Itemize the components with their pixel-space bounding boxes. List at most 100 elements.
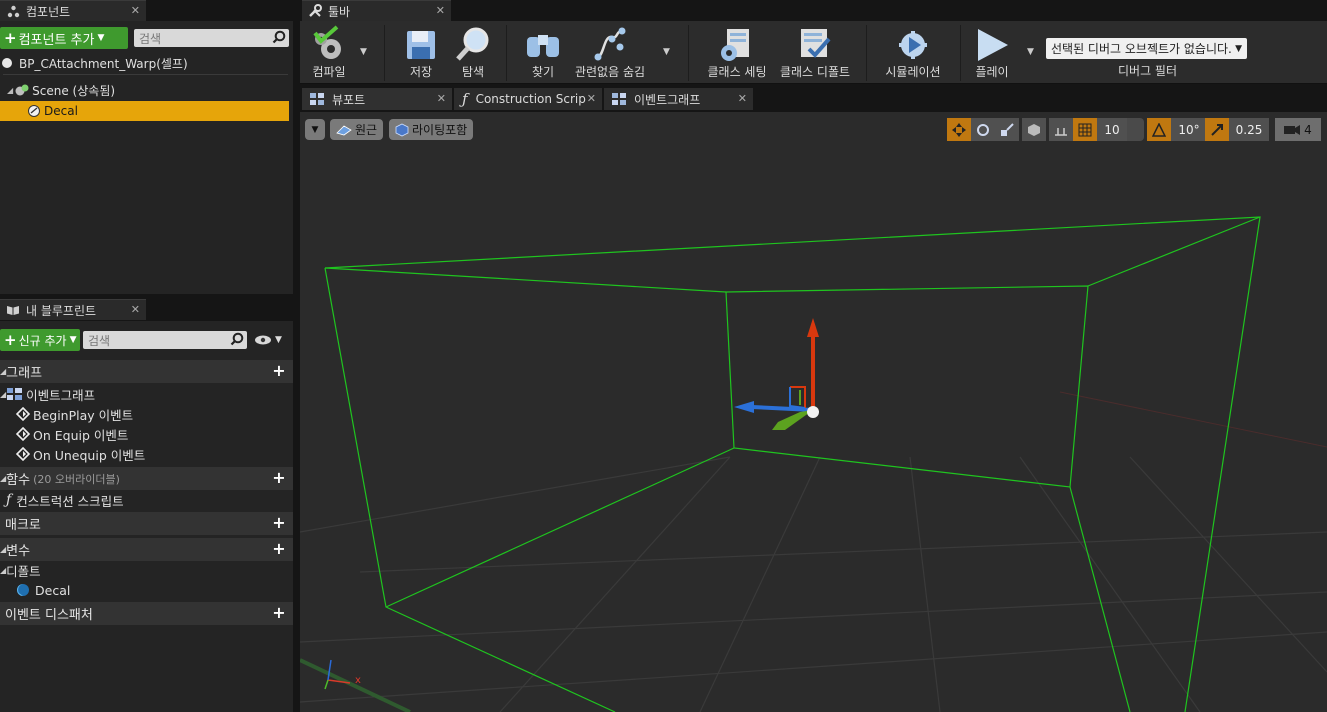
event-graph-icon — [612, 93, 626, 105]
tab-event-graph[interactable]: 이벤트그래프 ✕ — [604, 88, 753, 110]
components-tab-title: 컴포넌트 — [26, 4, 71, 19]
camera-speed-button[interactable]: 4 — [1275, 118, 1321, 141]
component-scene-label: Scene (상속됨) — [32, 83, 116, 98]
my-blueprint-tab-title: 내 블루프린트 — [26, 303, 97, 318]
axis-indicator — [324, 659, 351, 690]
variable-category-default[interactable]: ◢ 디폴트 — [0, 560, 41, 580]
function-icon: ƒ — [6, 492, 12, 508]
add-component-button[interactable]: + 컴포넌트 추가 ▼ — [0, 27, 128, 49]
event-item-beginplay[interactable]: BeginPlay 이벤트 — [16, 404, 133, 424]
close-icon[interactable]: ✕ — [437, 92, 446, 105]
simulation-button[interactable]: 시뮬레이션 — [880, 21, 946, 83]
close-icon[interactable]: ✕ — [131, 303, 140, 316]
close-icon[interactable]: ✕ — [436, 4, 445, 17]
section-graph[interactable]: ◢ 그래프 + — [0, 360, 293, 383]
add-variable-button[interactable]: + — [272, 541, 286, 557]
add-macro-button[interactable]: + — [272, 515, 286, 531]
rotate-mode-button[interactable] — [971, 118, 995, 141]
add-new-button[interactable]: + 신규 추가 ▼ — [0, 329, 80, 351]
grid-snap-text: 10 — [1104, 122, 1120, 137]
add-component-label: 컴포넌트 추가 — [18, 32, 95, 48]
axis-x-label: x — [355, 675, 361, 686]
close-icon[interactable]: ✕ — [587, 92, 596, 105]
view-options-button[interactable]: ▼ — [254, 334, 282, 346]
components-search-input[interactable]: 검색 — [134, 29, 289, 47]
class-settings-button[interactable]: 클래스 세팅 — [702, 21, 772, 83]
compile-options-caret[interactable]: ▼ — [360, 47, 367, 57]
close-icon[interactable]: ✕ — [131, 4, 140, 17]
components-toolbar: + 컴포넌트 추가 ▼ 검색 — [0, 26, 289, 50]
event-item-on-equip[interactable]: On Equip 이벤트 — [16, 424, 128, 444]
component-root[interactable]: BP_CAttachment_Warp(셀프) — [0, 53, 293, 73]
angle-icon — [1152, 122, 1166, 137]
surface-snap-icon — [1055, 127, 1067, 136]
add-new-label: 신규 추가 — [18, 333, 67, 348]
transform-gizmo[interactable] — [734, 318, 819, 430]
rotation-snap-value[interactable]: 10° — [1171, 118, 1207, 141]
divider — [3, 74, 288, 75]
rotate-icon — [977, 123, 989, 136]
play-button[interactable]: 플레이 — [970, 21, 1014, 83]
event-graph-icon — [7, 388, 23, 400]
scale-mode-button[interactable] — [995, 118, 1019, 141]
section-dispatchers[interactable]: 이벤트 디스패처 + — [0, 602, 293, 625]
event-diamond-icon — [16, 407, 30, 421]
play-options-caret[interactable]: ▼ — [1027, 47, 1034, 57]
components-tab[interactable]: 컴포넌트 ✕ — [0, 0, 146, 21]
scale-snap-toggle[interactable] — [1205, 118, 1229, 141]
function-icon: ƒ — [462, 90, 468, 108]
hide-unrelated-button[interactable]: 관련없음 숨김 — [574, 21, 646, 83]
tab-construction-script[interactable]: ƒ Construction Scrip ✕ — [454, 88, 602, 110]
lighting-mode-button[interactable]: 라이팅포함 — [389, 119, 474, 140]
event-diamond-icon — [16, 427, 30, 441]
viewport[interactable]: x ▼ 원근 라이팅포함 10 10° 0.25 4 — [300, 112, 1327, 712]
scale-snap-value[interactable]: 0.25 — [1229, 118, 1269, 141]
hide-unrelated-options-caret[interactable]: ▼ — [663, 47, 670, 57]
my-blueprint-tab[interactable]: 내 블루프린트 ✕ — [0, 299, 146, 320]
coordinate-space-button[interactable] — [1022, 118, 1046, 141]
grid-snap-toggle[interactable] — [1073, 118, 1097, 141]
tab-construction-label: Construction Scrip — [475, 92, 586, 106]
event-graph-item[interactable]: ◢ 이벤트그래프 — [0, 384, 95, 404]
toolbar-tab[interactable]: 툴바 ✕ — [302, 0, 451, 21]
variable-item-decal[interactable]: Decal — [16, 580, 70, 600]
simulation-label: 시뮬레이션 — [885, 65, 941, 79]
override-count: (20 오버라이더블) — [33, 472, 120, 486]
event-item-on-unequip[interactable]: On Unequip 이벤트 — [16, 444, 145, 464]
panel-splitter[interactable] — [293, 0, 300, 712]
my-blueprint-toolbar: + 신규 추가 ▼ 검색 ▼ — [0, 328, 282, 352]
translate-mode-button[interactable] — [947, 118, 971, 141]
find-button[interactable]: 찾기 — [522, 21, 564, 83]
section-functions[interactable]: ◢ 함수 (20 오버라이더블) + — [0, 467, 293, 490]
rotation-snap-toggle[interactable] — [1147, 118, 1171, 141]
section-macros-label: 매크로 — [5, 518, 41, 533]
perspective-button[interactable]: 원근 — [330, 119, 384, 140]
toolbar: 컴파일 ▼ 저장 탐색 찾기 관련없음 숨김 ▼ 클래스 세팅 클래스 디폴트 … — [300, 21, 1327, 84]
event-graph-label: 이벤트그래프 — [26, 387, 96, 403]
class-defaults-label: 클래스 디폴트 — [779, 65, 851, 79]
section-macros[interactable]: 매크로 + — [0, 512, 293, 535]
add-dispatcher-button[interactable]: + — [272, 605, 286, 621]
component-scene[interactable]: ◢ Scene (상속됨) — [0, 80, 293, 100]
grid-icon — [1078, 123, 1092, 136]
section-variables[interactable]: ◢ 변수 + — [0, 538, 293, 561]
surface-snap-button[interactable] — [1049, 118, 1073, 141]
blueprint-search-input[interactable]: 검색 — [83, 331, 247, 349]
browse-button[interactable]: 탐색 — [452, 21, 494, 83]
grid-snap-value[interactable]: 10 — [1097, 118, 1127, 141]
add-graph-button[interactable]: + — [272, 363, 286, 379]
viewport-options-button[interactable]: ▼ — [305, 119, 325, 140]
add-function-button[interactable]: + — [272, 470, 286, 486]
origin-axis-line — [300, 658, 411, 712]
function-item-construction[interactable]: ƒ 컨스트럭션 스크립트 — [6, 490, 124, 510]
component-decal[interactable]: Decal — [0, 101, 289, 121]
class-defaults-button[interactable]: 클래스 디폴트 — [778, 21, 852, 83]
debug-object-select[interactable]: 선택된 디버그 오브젝트가 없습니다. ▼ — [1046, 38, 1247, 59]
close-icon[interactable]: ✕ — [738, 92, 747, 105]
save-button[interactable]: 저장 — [400, 21, 442, 83]
eye-icon — [255, 335, 271, 345]
tab-viewport[interactable]: 뷰포트 ✕ — [302, 88, 452, 110]
scale-snap-group: 0.25 — [1205, 118, 1269, 141]
compile-button[interactable]: 컴파일 — [304, 21, 354, 83]
section-variables-label: 변수 — [6, 544, 31, 559]
